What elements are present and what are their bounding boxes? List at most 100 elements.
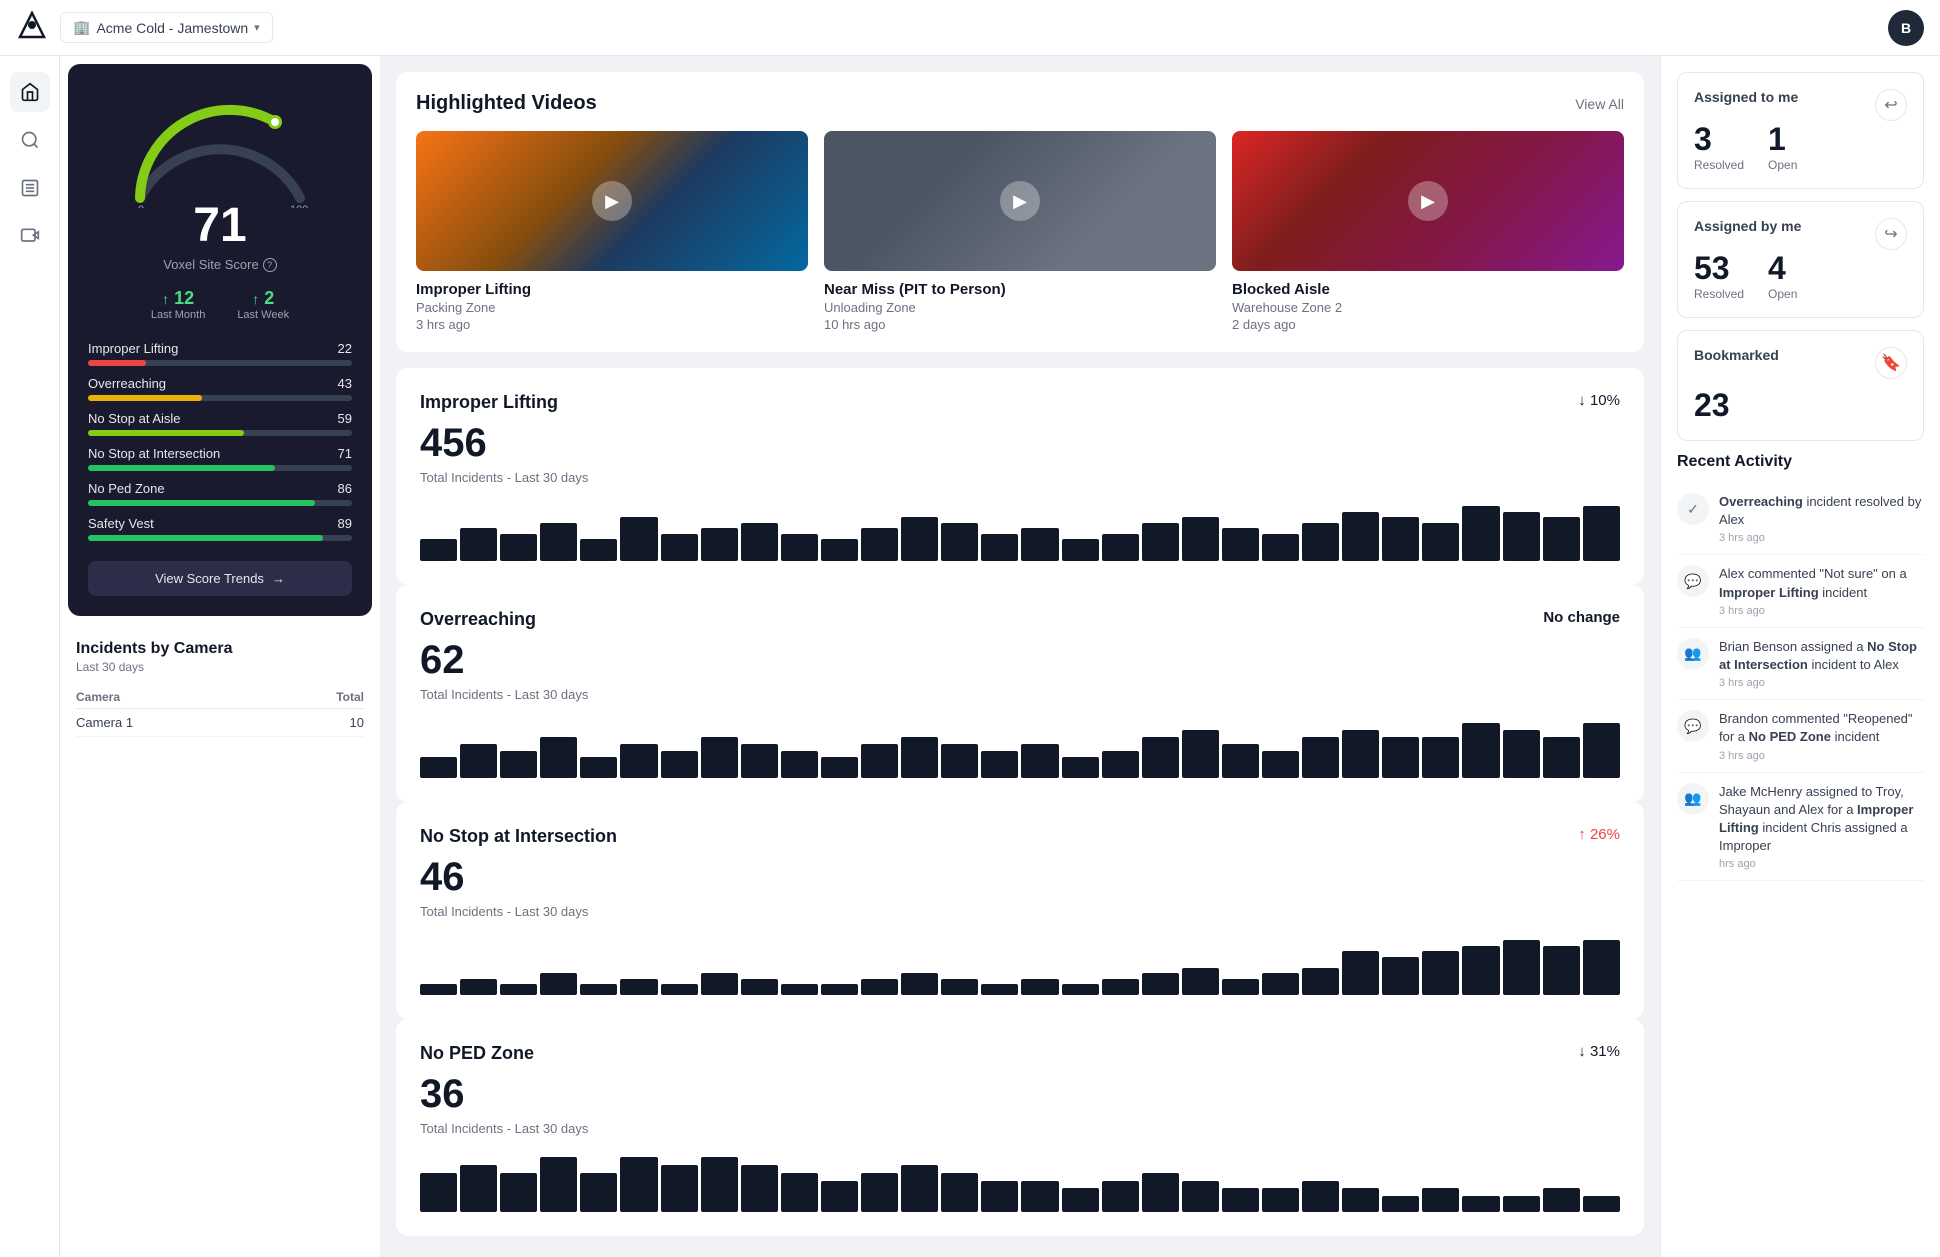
bar — [1583, 1196, 1620, 1212]
bar — [1543, 517, 1580, 561]
video-title: Near Miss (PIT to Person) — [824, 281, 1216, 298]
bar — [460, 528, 497, 561]
sidebar-item-list[interactable] — [10, 168, 50, 208]
metric-label: Total Incidents - Last 30 days — [420, 470, 1620, 485]
bar — [460, 744, 497, 778]
list-item: 💬 Brandon commented "Reopened" for a No … — [1677, 700, 1924, 772]
sidebar-item-home[interactable] — [10, 72, 50, 112]
bar — [901, 517, 938, 561]
bar — [861, 979, 898, 996]
bar — [1503, 730, 1540, 778]
bar — [580, 1173, 617, 1212]
bookmarked-title: Bookmarked — [1694, 347, 1779, 363]
incident-bar-fill — [88, 535, 323, 541]
info-icon[interactable]: ? — [263, 258, 277, 272]
video-time: 3 hrs ago — [416, 317, 808, 332]
activity-time: 3 hrs ago — [1719, 532, 1924, 544]
camera-title: Incidents by Camera — [76, 640, 364, 658]
videos-header: Highlighted Videos View All — [416, 92, 1624, 115]
bar — [1262, 1188, 1299, 1212]
bar — [781, 751, 818, 779]
list-item: ✓ Overreaching incident resolved by Alex… — [1677, 483, 1924, 555]
month-label: Last Month — [151, 309, 205, 321]
metric-change: ↓ 10% — [1578, 392, 1620, 409]
activity-content: Alex commented "Not sure" on a Improper … — [1719, 565, 1924, 616]
bar — [420, 984, 457, 995]
bar — [540, 523, 577, 562]
assigned-by-me-header: Assigned by me ↪ — [1694, 218, 1907, 250]
bar — [1102, 751, 1139, 779]
metric-card: No Stop at Intersection ↑ 26% 46 Total I… — [396, 802, 1644, 1019]
bar — [1462, 1196, 1499, 1212]
activity-time: 3 hrs ago — [1719, 605, 1924, 617]
bar — [741, 979, 778, 996]
bar — [500, 1173, 537, 1212]
video-card[interactable]: ▶ Improper Lifting Packing Zone 3 hrs ag… — [416, 131, 808, 332]
camera-tbody: Camera 1 10 — [76, 709, 364, 737]
bar — [781, 984, 818, 995]
reply-icon[interactable]: ↩ — [1875, 89, 1907, 121]
camera-section: Incidents by Camera Last 30 days Camera … — [60, 624, 380, 753]
location-selector[interactable]: 🏢 Acme Cold - Jamestown ▾ — [60, 12, 273, 43]
sidebar-item-search[interactable] — [10, 120, 50, 160]
app-logo — [16, 9, 48, 46]
bar — [861, 1173, 898, 1212]
metric-header: Improper Lifting ↓ 10% — [420, 392, 1620, 413]
incident-name: Overreaching — [88, 376, 166, 391]
bar — [1021, 979, 1058, 996]
bar — [821, 1181, 858, 1212]
bar — [781, 1173, 818, 1212]
incident-bar-bg — [88, 500, 352, 506]
video-card[interactable]: ▶ Near Miss (PIT to Person) Unloading Zo… — [824, 131, 1216, 332]
bar — [1342, 1188, 1379, 1212]
bar — [741, 1165, 778, 1212]
col-total: Total — [270, 686, 364, 709]
metric-title: No Stop at Intersection — [420, 826, 617, 847]
activity-icon: 👥 — [1677, 783, 1709, 815]
video-card[interactable]: ▶ Blocked Aisle Warehouse Zone 2 2 days … — [1232, 131, 1624, 332]
col-camera: Camera — [76, 686, 270, 709]
list-item: 👥 Jake McHenry assigned to Troy, Shayaun… — [1677, 773, 1924, 882]
score-card: 0 100 71 Voxel Site Score ? ↑ 12 Last Mo — [68, 64, 372, 616]
incident-bar-fill — [88, 360, 146, 366]
bar — [981, 1181, 1018, 1212]
assigned-by-me-stats: 53 Resolved 4 Open — [1694, 250, 1907, 301]
activity-title: Recent Activity — [1677, 453, 1924, 471]
camera-table: Camera Total Camera 1 10 — [76, 686, 364, 737]
incident-row: No Stop at Intersection 71 — [88, 446, 352, 471]
bar — [861, 744, 898, 778]
metric-header: No PED Zone ↓ 31% — [420, 1043, 1620, 1064]
bar — [1302, 968, 1339, 996]
view-all-link[interactable]: View All — [1575, 96, 1624, 112]
activity-icon: 👥 — [1677, 638, 1709, 670]
metric-label: Total Incidents - Last 30 days — [420, 1121, 1620, 1136]
bar — [1462, 506, 1499, 561]
view-trends-button[interactable]: View Score Trends → — [88, 561, 352, 596]
assigned-to-me-header: Assigned to me ↩ — [1694, 89, 1907, 121]
forward-icon[interactable]: ↪ — [1875, 218, 1907, 250]
bar — [821, 757, 858, 778]
table-row: Camera 1 10 — [76, 709, 364, 737]
bar — [1222, 979, 1259, 996]
sidebar-item-video[interactable] — [10, 216, 50, 256]
assigned-to-me-stats: 3 Resolved 1 Open — [1694, 121, 1907, 172]
metric-change: No change — [1543, 609, 1620, 626]
activity-list: ✓ Overreaching incident resolved by Alex… — [1677, 483, 1924, 881]
video-thumbnail: ▶ — [416, 131, 808, 271]
video-zone: Warehouse Zone 2 — [1232, 300, 1624, 315]
bar — [1102, 534, 1139, 562]
sidebar-nav — [0, 56, 60, 1257]
bar — [540, 973, 577, 995]
user-avatar[interactable]: B — [1888, 10, 1924, 46]
bar — [1503, 512, 1540, 562]
incident-row: No Stop at Aisle 59 — [88, 411, 352, 436]
bar — [1583, 723, 1620, 778]
bookmark-icon[interactable]: 🔖 — [1875, 347, 1907, 379]
video-time: 2 days ago — [1232, 317, 1624, 332]
bar — [420, 539, 457, 561]
score-changes: ↑ 12 Last Month ↑ 2 Last Week — [88, 288, 352, 321]
incident-row: No Ped Zone 86 — [88, 481, 352, 506]
metric-header: No Stop at Intersection ↑ 26% — [420, 826, 1620, 847]
incident-bar-bg — [88, 465, 352, 471]
incident-bar-fill — [88, 500, 315, 506]
